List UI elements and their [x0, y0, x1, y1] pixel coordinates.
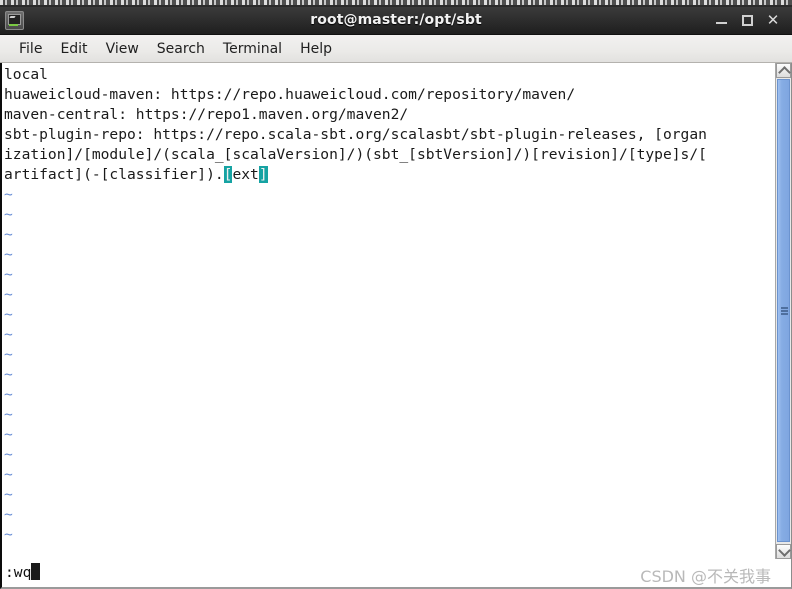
vim-empty-line-marker: ~: [4, 446, 13, 463]
terminal-window: root@master:/opt/sbt ✕ File Edit View Se…: [0, 7, 792, 589]
maximize-button[interactable]: [736, 7, 758, 34]
terminal-icon: [5, 11, 24, 30]
terminal-line-prefix: artifact](-[classifier]).: [4, 166, 224, 183]
vim-empty-line-marker: ~: [4, 226, 13, 243]
chevron-up-icon: [778, 66, 791, 79]
chevron-down-icon: [778, 544, 791, 557]
cursor-bracket-close: ]: [258, 166, 268, 183]
menu-item-help[interactable]: Help: [291, 39, 341, 59]
background-window-strip: [0, 0, 792, 7]
menu-item-search[interactable]: Search: [148, 39, 214, 59]
vim-command-line[interactable]: :wq CSDN @不关我事: [0, 559, 792, 589]
scrollbar-thumb[interactable]: [777, 79, 790, 542]
terminal-line: maven-central: https://repo1.maven.org/m…: [4, 106, 409, 123]
terminal-area[interactable]: local huaweicloud-maven: https://repo.hu…: [0, 63, 792, 559]
vim-empty-line-marker: ~: [4, 426, 13, 443]
terminal-line: local: [4, 66, 48, 83]
scroll-down-arrow-icon[interactable]: [776, 544, 791, 559]
vim-empty-line-marker: ~: [4, 286, 13, 303]
minimize-button[interactable]: [710, 7, 732, 34]
menu-item-file[interactable]: File: [10, 39, 51, 59]
menu-item-view[interactable]: View: [97, 39, 148, 59]
vertical-scrollbar[interactable]: [775, 63, 791, 559]
vim-empty-line-marker: ~: [4, 386, 13, 403]
terminal-line: sbt-plugin-repo: https://repo.scala-sbt.…: [4, 126, 707, 143]
command-text-wrapper: :wq: [5, 563, 41, 583]
terminal-line: ization]/[module]/(scala_[scalaVersion]/…: [4, 146, 707, 163]
menu-item-terminal[interactable]: Terminal: [214, 39, 291, 59]
vim-empty-line-marker: ~: [4, 506, 13, 523]
watermark: CSDN @不关我事: [640, 567, 771, 586]
vim-empty-line-marker: ~: [4, 326, 13, 343]
vim-empty-line-marker: ~: [4, 486, 13, 503]
vim-empty-line-marker: ~: [4, 526, 13, 543]
menu-item-edit[interactable]: Edit: [51, 39, 96, 59]
vim-empty-line-marker: ~: [4, 466, 13, 483]
terminal-line: huaweicloud-maven: https://repo.huaweicl…: [4, 86, 576, 103]
close-icon: ✕: [766, 11, 780, 29]
scroll-up-arrow-icon[interactable]: [776, 63, 791, 79]
close-button[interactable]: ✕: [762, 7, 784, 34]
minimize-icon: [715, 21, 727, 24]
scrollbar-grip-icon: [781, 306, 788, 315]
window-titlebar[interactable]: root@master:/opt/sbt ✕: [0, 7, 792, 35]
block-cursor: [31, 563, 41, 580]
terminal-icon-bar: [9, 24, 18, 26]
cursor-inner-text: ext: [232, 166, 259, 183]
vim-empty-line-marker: ~: [4, 366, 13, 383]
vim-empty-line-marker: ~: [4, 346, 13, 363]
menubar: File Edit View Search Terminal Help: [0, 35, 792, 63]
window-title: root@master:/opt/sbt: [310, 12, 482, 28]
vim-empty-line-markers: ~ ~ ~ ~ ~ ~ ~ ~ ~ ~ ~ ~ ~ ~ ~ ~ ~ ~: [4, 185, 775, 545]
terminal-line-with-cursor: artifact](-[classifier]).[ext]: [4, 165, 775, 185]
vim-empty-line-marker: ~: [4, 246, 13, 263]
maximize-icon: [741, 14, 753, 26]
terminal-screen[interactable]: local huaweicloud-maven: https://repo.hu…: [2, 63, 775, 559]
vim-empty-line-marker: ~: [4, 206, 13, 223]
vim-empty-line-marker: ~: [4, 186, 13, 203]
vim-empty-line-marker: ~: [4, 406, 13, 423]
command-text: :wq: [5, 564, 32, 581]
vim-empty-line-marker: ~: [4, 306, 13, 323]
vim-empty-line-marker: ~: [4, 266, 13, 283]
